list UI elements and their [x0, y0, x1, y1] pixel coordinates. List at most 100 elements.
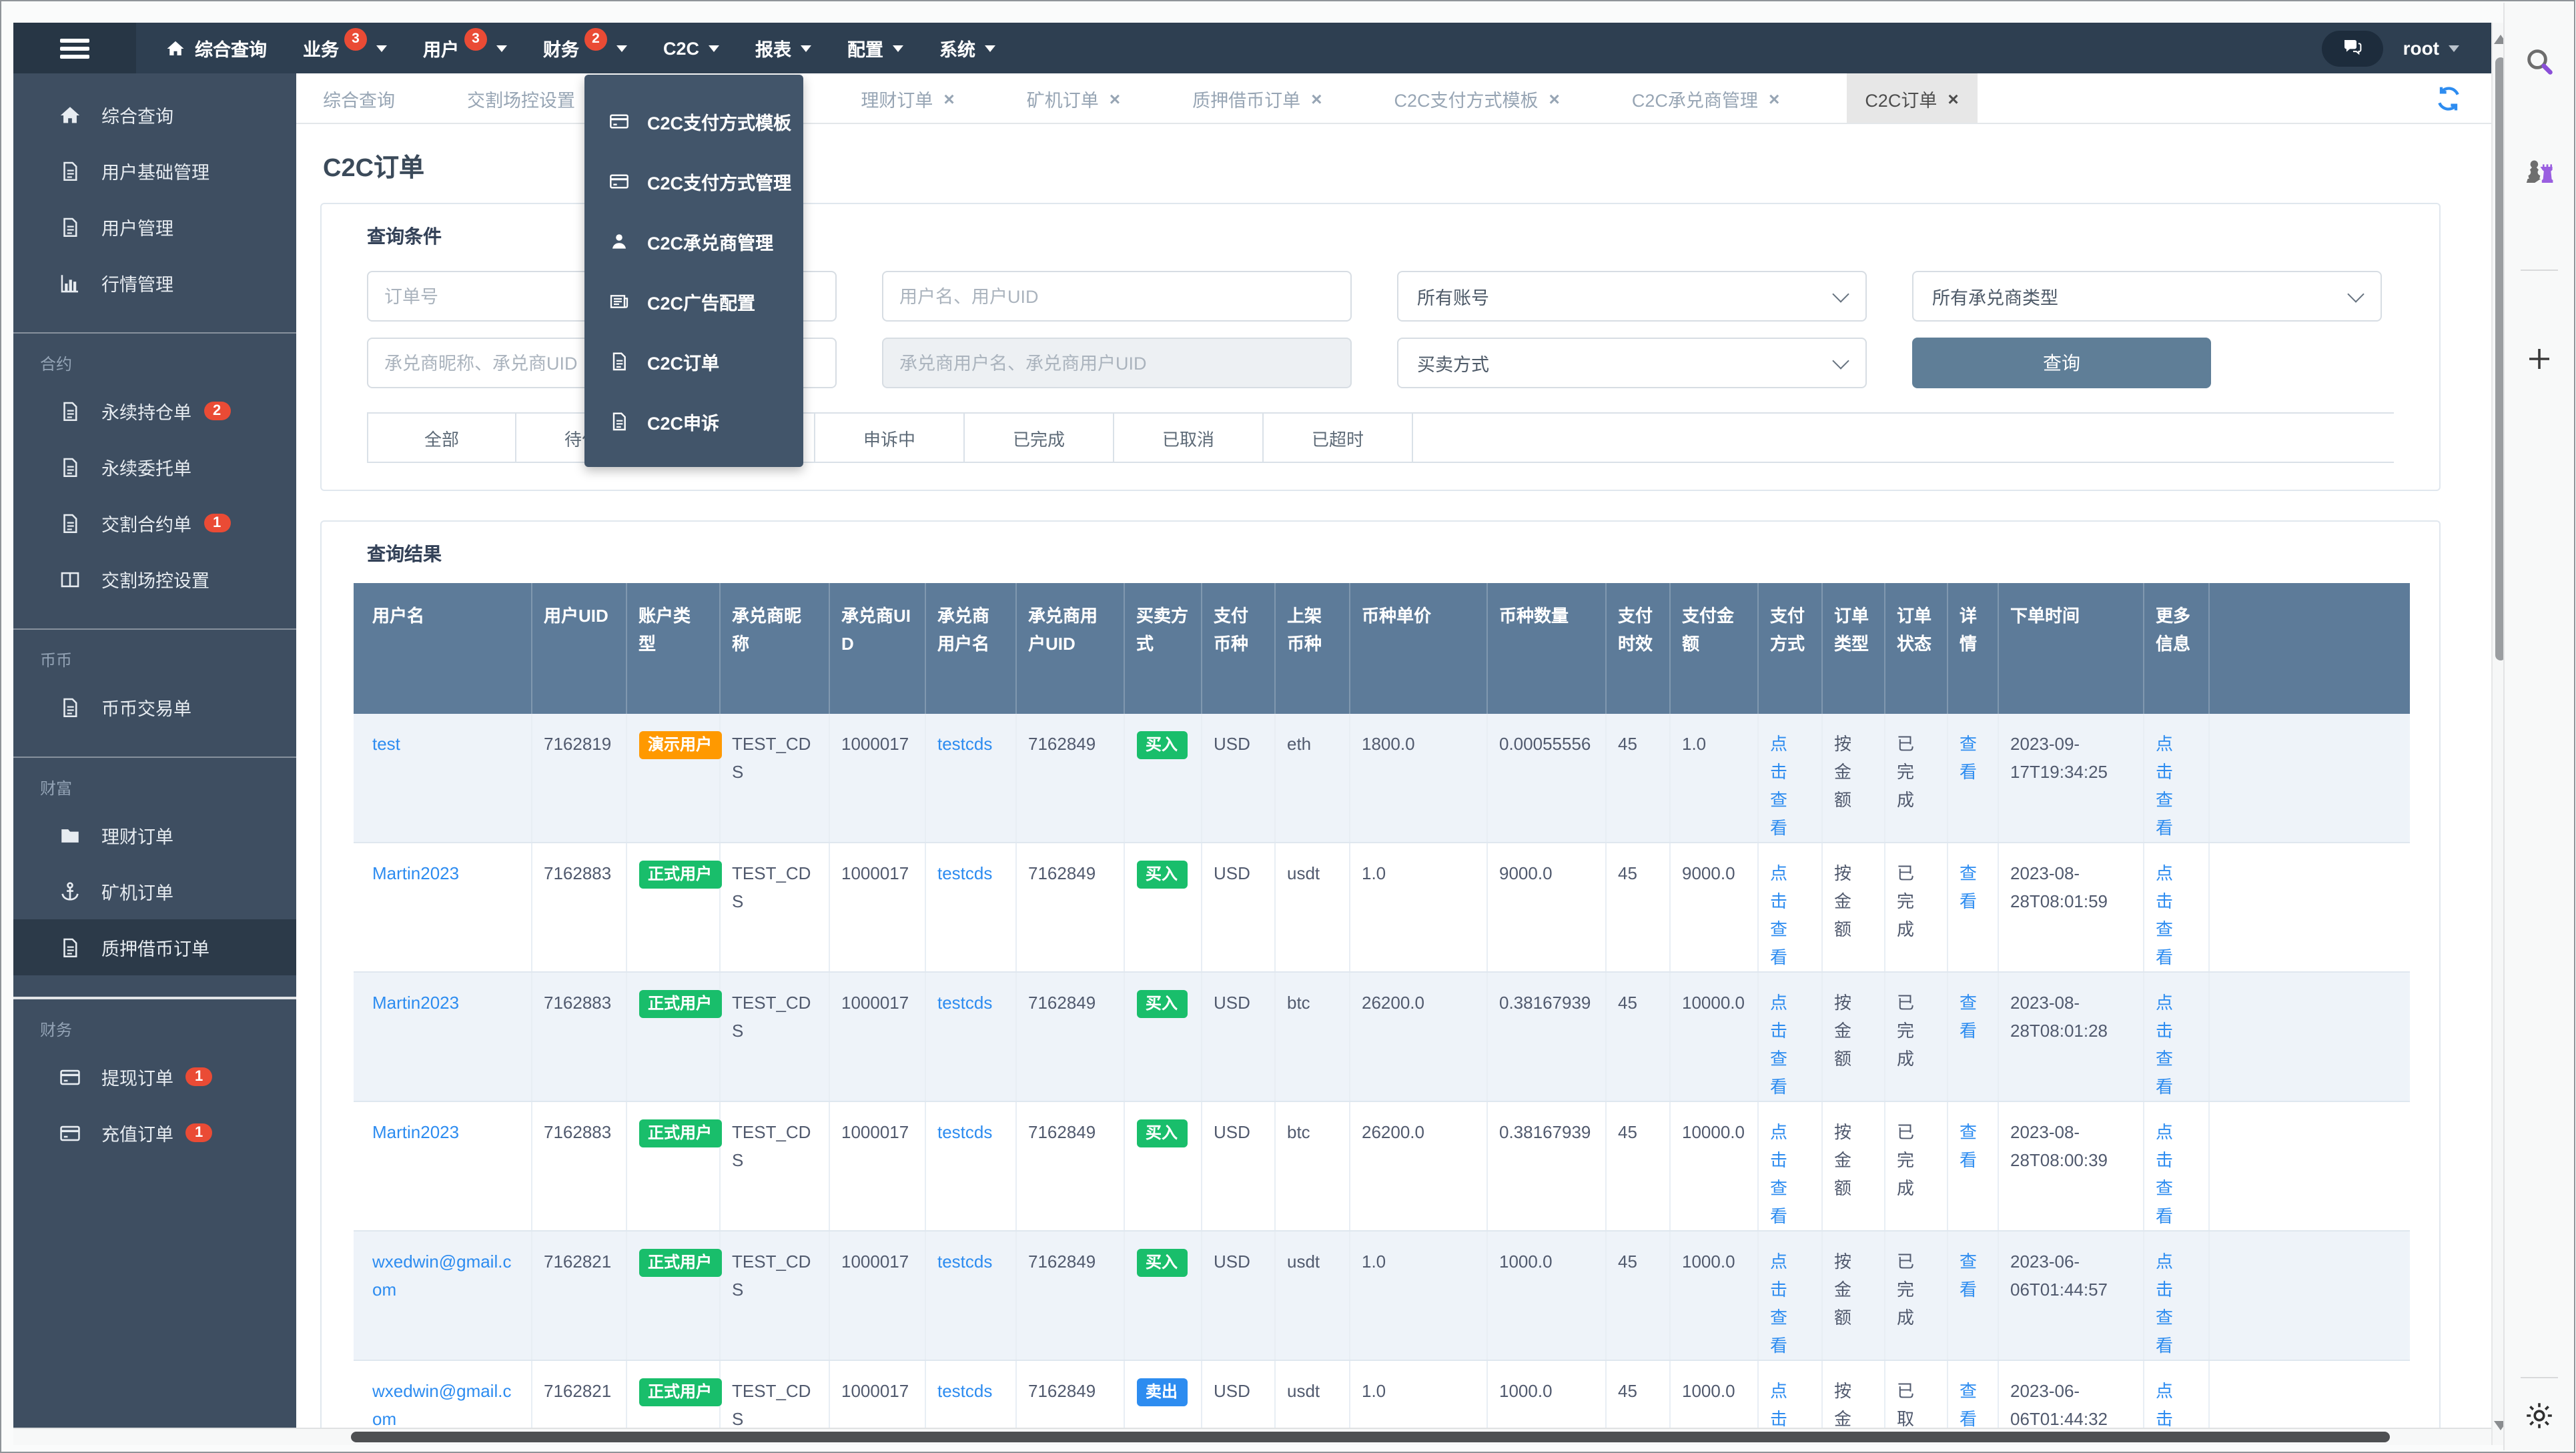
pay-method-link[interactable]: 点击查看	[1770, 993, 1789, 1097]
sidebar-item-wealth-orders[interactable]: 理财订单	[13, 807, 296, 863]
user-menu[interactable]: root	[2403, 37, 2459, 59]
detail-link[interactable]: 查看	[1960, 1381, 1978, 1429]
order-time-line1: 2023-09-	[2010, 734, 2080, 754]
nav-item-business[interactable]: 业务 3	[303, 27, 387, 61]
cell-order-time: 2023-08- 28T08:01:59	[1997, 843, 2143, 973]
pay-method-link[interactable]: 点击查看	[1770, 734, 1789, 838]
nav-item-system[interactable]: 系统	[939, 35, 996, 61]
acceptor-user-input[interactable]	[882, 338, 1352, 388]
user-input[interactable]	[882, 271, 1352, 322]
more-info-link[interactable]: 点击查看	[2156, 1122, 2174, 1226]
gear-icon[interactable]	[2523, 1400, 2555, 1432]
detail-link[interactable]: 查看	[1960, 863, 1978, 911]
menu-item-pay-template[interactable]: C2C支付方式模板	[584, 91, 803, 151]
chess-extension-icon[interactable]	[2523, 155, 2555, 187]
doc-icon	[59, 400, 84, 422]
acceptor-link[interactable]: testcds	[937, 1381, 992, 1401]
sidebar-item-pledge-orders[interactable]: 质押借币订单	[13, 919, 296, 975]
sidebar-item-delivery-risk[interactable]: 交割场控设置	[13, 551, 296, 607]
results-table: 用户名 用户UID 账户类型 承兑商昵称 承兑商UID 承兑商用户名 承兑商用户UID 买卖方…	[354, 583, 2410, 1445]
tab-pledge-orders[interactable]: 质押借币订单 ×	[1187, 73, 1327, 123]
more-info-link[interactable]: 点击查看	[2156, 1252, 2174, 1356]
sidebar-toggle-button[interactable]	[13, 23, 136, 73]
status-tab-appealing[interactable]: 申诉中	[815, 414, 965, 462]
detail-link[interactable]: 查看	[1960, 1252, 1978, 1300]
pay-method-link[interactable]: 点击查看	[1770, 863, 1789, 967]
tab-wealth-orders[interactable]: 理财订单 ×	[855, 73, 959, 123]
nav-item-c2c[interactable]: C2C	[663, 38, 720, 58]
sidebar-item-perp-orders[interactable]: 永续委托单	[13, 439, 296, 495]
close-icon[interactable]: ×	[1948, 87, 1958, 109]
horizontal-scrollbar-thumb[interactable]	[351, 1432, 2390, 1442]
more-info-link[interactable]: 点击查看	[2156, 863, 2174, 967]
acceptor-link[interactable]: testcds	[937, 734, 992, 754]
user-link[interactable]: Martin2023	[372, 993, 459, 1013]
more-info-link[interactable]: 点击查看	[2156, 993, 2174, 1097]
user-link[interactable]: Martin2023	[372, 1122, 459, 1142]
detail-link[interactable]: 查看	[1960, 1122, 1978, 1170]
pay-method-link[interactable]: 点击查看	[1770, 1252, 1789, 1356]
sidebar-item-market-mgmt[interactable]: 行情管理	[13, 255, 296, 311]
nav-item-reports[interactable]: 报表	[755, 35, 812, 61]
status-tab-expired[interactable]: 已超时	[1264, 414, 1413, 462]
acceptor-link[interactable]: testcds	[937, 863, 992, 883]
tab-c2c-pay-template[interactable]: C2C支付方式模板 ×	[1389, 73, 1565, 123]
user-link[interactable]: wxedwin@gmail.com	[372, 1252, 511, 1300]
close-icon[interactable]: ×	[1549, 87, 1560, 109]
sidebar-item-delivery-contracts[interactable]: 交割合约单 1	[13, 495, 296, 551]
close-icon[interactable]: ×	[1769, 87, 1779, 109]
sidebar-item-overview[interactable]: 综合查询	[13, 87, 296, 143]
tab-overview[interactable]: 综合查询	[318, 73, 400, 123]
menu-item-orders[interactable]: C2C订单	[584, 331, 803, 391]
tab-c2c-orders[interactable]: C2C订单 ×	[1846, 73, 1978, 123]
detail-link[interactable]: 查看	[1960, 734, 1978, 782]
acceptor-link[interactable]: testcds	[937, 1252, 992, 1272]
status-tab-canceled[interactable]: 已取消	[1114, 414, 1264, 462]
sidebar-item-spot-trades[interactable]: 币币交易单	[13, 679, 296, 735]
user-link[interactable]: test	[372, 734, 400, 754]
nav-item-config[interactable]: 配置	[847, 35, 904, 61]
messages-button[interactable]	[2321, 30, 2383, 66]
user-link[interactable]: wxedwin@gmail.com	[372, 1381, 511, 1429]
refresh-button[interactable]	[2435, 85, 2462, 111]
acceptor-link[interactable]: testcds	[937, 993, 992, 1013]
menu-item-acceptor-mgmt[interactable]: C2C承兑商管理	[584, 211, 803, 271]
tab-c2c-acceptor-mgmt[interactable]: C2C承兑商管理 ×	[1627, 73, 1785, 123]
close-icon[interactable]: ×	[943, 87, 954, 109]
tab-delivery-risk[interactable]: 交割场控设置×	[462, 73, 602, 123]
sidebar-item-miner-orders[interactable]: 矿机订单	[13, 863, 296, 919]
acceptor-link[interactable]: testcds	[937, 1122, 992, 1142]
status-tab-all[interactable]: 全部	[367, 414, 516, 462]
sidebar-item-perp-positions[interactable]: 永续持仓单 2	[13, 383, 296, 439]
side-select[interactable]: 买卖方式	[1397, 338, 1867, 388]
sidebar-item-label: 矿机订单	[101, 883, 173, 903]
more-info-link[interactable]: 点击查看	[2156, 734, 2174, 838]
acceptor-type-select[interactable]: 所有承兑商类型	[1912, 271, 2382, 322]
account-type-select[interactable]: 所有账号	[1397, 271, 1867, 322]
query-button[interactable]: 查询	[1912, 338, 2211, 388]
select-value: 买卖方式	[1417, 355, 1489, 375]
horizontal-scrollbar[interactable]	[13, 1428, 2491, 1445]
tab-miner-orders[interactable]: 矿机订单 ×	[1021, 73, 1126, 123]
close-icon[interactable]: ×	[1110, 87, 1120, 109]
folder-icon	[59, 824, 84, 847]
sidebar-item-user-basic[interactable]: 用户基础管理	[13, 143, 296, 199]
sidebar: 综合查询 用户基础管理 用户管理 行情管理 合约 永续持仓单 2 永续委托单 交割合约单 1 交割场…	[13, 73, 296, 1445]
nav-item-finance[interactable]: 财务 2	[543, 27, 627, 61]
cell-username: test	[354, 714, 531, 843]
pay-method-link[interactable]: 点击查看	[1770, 1122, 1789, 1226]
menu-item-ad-config[interactable]: C2C广告配置	[584, 271, 803, 331]
status-tab-done[interactable]: 已完成	[965, 414, 1114, 462]
search-icon[interactable]	[2523, 45, 2555, 77]
user-link[interactable]: Martin2023	[372, 863, 459, 883]
menu-item-appeals[interactable]: C2C申诉	[584, 391, 803, 451]
close-icon[interactable]: ×	[1311, 87, 1322, 109]
sidebar-item-deposit-orders[interactable]: 充值订单 1	[13, 1105, 296, 1161]
nav-item-users[interactable]: 用户 3	[423, 27, 507, 61]
menu-item-pay-mgmt[interactable]: C2C支付方式管理	[584, 151, 803, 211]
detail-link[interactable]: 查看	[1960, 993, 1978, 1041]
add-icon[interactable]	[2523, 343, 2555, 375]
nav-item-overview[interactable]: 综合查询	[165, 35, 267, 61]
sidebar-item-withdraw-orders[interactable]: 提现订单 1	[13, 1049, 296, 1105]
sidebar-item-user-mgmt[interactable]: 用户管理	[13, 199, 296, 255]
